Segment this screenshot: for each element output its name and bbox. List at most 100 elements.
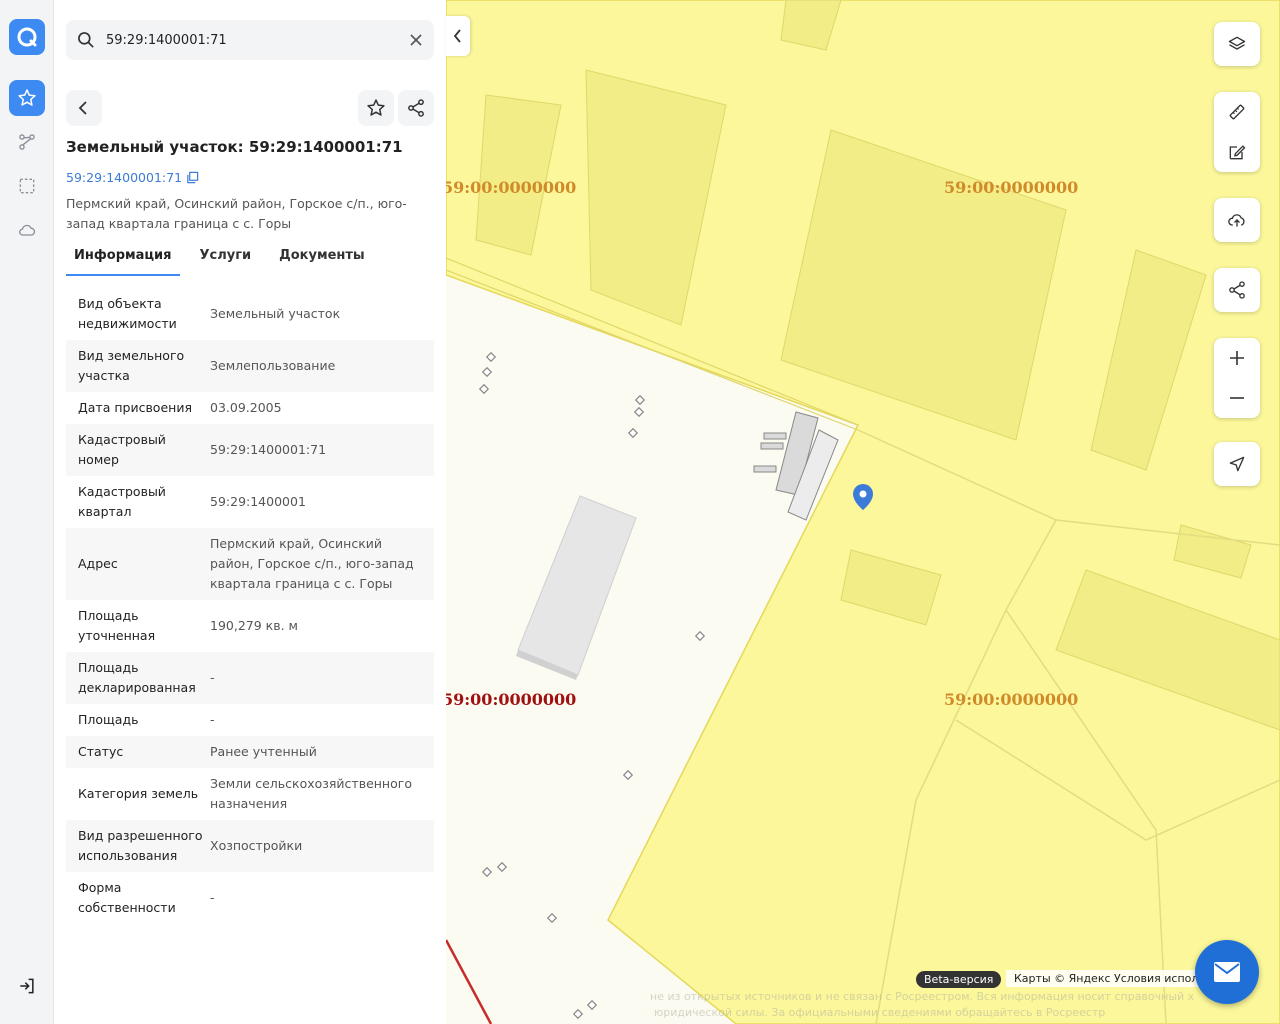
edit-button[interactable]: [1214, 134, 1260, 170]
geolocation-button[interactable]: [1214, 446, 1260, 482]
left-rail: [0, 0, 54, 1024]
table-row: Площадь уточненная 190,279 кв. м: [66, 600, 434, 652]
row-key: Площадь: [78, 712, 139, 727]
collapse-panel-button[interactable]: [446, 16, 470, 56]
row-key: Кадастровый номер: [78, 432, 166, 467]
table-row: Площадь декларированная -: [66, 652, 434, 704]
map-disclaimer: не из открытых источников и не связан с …: [650, 989, 1194, 1021]
table-row: Форма собственности -: [66, 872, 434, 924]
table-row: Вид земельного участка Землепользование: [66, 340, 434, 392]
favorites-icon[interactable]: [9, 80, 45, 116]
map-share-button[interactable]: [1214, 272, 1260, 308]
map-layer: [446, 0, 1280, 1024]
row-value: 59:29:1400001: [210, 494, 306, 509]
login-icon[interactable]: [9, 968, 45, 1004]
row-value: Пермский край, Осинский район, Горское с…: [210, 536, 414, 591]
row-value: 59:29:1400001:71: [210, 442, 327, 457]
minus-icon: [1230, 397, 1244, 399]
cadastral-zone-label: 59:00:0000000: [446, 690, 577, 709]
upload-button[interactable]: [1214, 202, 1260, 238]
geolocation-control: [1214, 442, 1260, 486]
object-address: Пермский край, Осинский район, Горское с…: [66, 196, 407, 231]
ruler-button[interactable]: [1214, 94, 1260, 130]
tab-documents[interactable]: Документы: [271, 244, 373, 276]
object-panel: Земельный участок: 59:29:1400001:71 59:2…: [54, 0, 446, 1024]
row-key: Вид разрешенного использования: [78, 828, 203, 863]
row-value: Землепользование: [210, 358, 336, 373]
chevron-left-icon: [78, 101, 87, 115]
row-value: Земельный участок: [210, 306, 341, 321]
share-icon: [1229, 281, 1245, 299]
disclaimer-line: не из открытых источников и не связан с …: [650, 990, 1195, 1003]
page-title: Земельный участок: 59:29:1400001:71: [66, 138, 403, 156]
share-button[interactable]: [398, 90, 434, 126]
plus-icon: [1230, 351, 1244, 365]
share-control: [1214, 268, 1260, 312]
row-value: 190,279 кв. м: [210, 618, 298, 633]
layers-icon: [1228, 36, 1246, 50]
row-key: Площадь декларированная: [78, 660, 196, 695]
disclaimer-line: юридической силы. За официальными сведен…: [654, 1006, 1106, 1019]
tab-services[interactable]: Услуги: [192, 244, 260, 276]
row-value: Ранее учтенный: [210, 744, 317, 759]
table-row: Адрес Пермский край, Осинский район, Горс…: [66, 528, 434, 600]
select-area-icon[interactable]: [9, 168, 45, 204]
table-row: Площадь -: [66, 704, 434, 736]
chevron-left-icon: [453, 29, 461, 43]
row-key: Вид земельного участка: [78, 348, 185, 383]
row-value: -: [210, 670, 215, 685]
table-row: Вид разрешенного использования Хозпострой…: [66, 820, 434, 872]
row-key: Площадь уточненная: [78, 608, 156, 643]
tab-information[interactable]: Информация: [66, 244, 180, 276]
search-input[interactable]: [106, 20, 396, 60]
mail-icon: [1214, 962, 1240, 982]
cadastral-number-text: 59:29:1400001:71: [66, 170, 183, 185]
map-attribution[interactable]: Карты © Яндекс Условия испол: [1006, 970, 1207, 987]
feedback-button[interactable]: [1195, 940, 1259, 1004]
row-key: Категория земель: [78, 786, 199, 801]
route-icon[interactable]: [9, 124, 45, 160]
table-row: Категория земель Земли сельскохозяйственн…: [66, 768, 434, 820]
close-icon[interactable]: [408, 32, 424, 52]
row-key: Адрес: [78, 556, 118, 571]
search-bar: [66, 20, 434, 60]
cloud-upload-icon: [1228, 214, 1245, 227]
tools-control: [1214, 92, 1260, 172]
cadastral-zone-label: 59:00:0000000: [944, 178, 1079, 197]
row-value: Хозпостройки: [210, 838, 303, 853]
row-value: 03.09.2005: [210, 400, 282, 415]
cadastral-zone-label: 59:00:0000000: [446, 178, 577, 197]
search-icon: [76, 30, 96, 54]
layers-button[interactable]: [1214, 26, 1260, 62]
map-canvas[interactable]: 59:00:0000000 59:00:0000000 59:00:000000…: [446, 0, 1280, 1024]
edit-icon: [1229, 145, 1246, 160]
tabs: Информация Услуги Документы: [66, 244, 434, 276]
table-row: Кадастровый квартал 59:29:1400001: [66, 476, 434, 528]
share-icon: [408, 99, 424, 117]
layers-control: [1214, 22, 1260, 66]
star-icon: [367, 99, 385, 116]
copy-icon[interactable]: [186, 171, 199, 184]
row-key: Кадастровый квартал: [78, 484, 166, 519]
favorite-button[interactable]: [358, 90, 394, 126]
zoom-out-button[interactable]: [1214, 380, 1260, 416]
zoom-control: [1214, 338, 1260, 418]
beta-badge: Beta-версия: [916, 971, 1002, 988]
cloud-icon[interactable]: [9, 212, 45, 248]
cadastral-number-link[interactable]: 59:29:1400001:71: [66, 170, 199, 185]
row-key: Дата присвоения: [78, 400, 192, 415]
row-value: -: [210, 890, 215, 905]
row-value: Земли сельскохозяйственного назначения: [210, 776, 412, 811]
row-key: Вид объекта недвижимости: [78, 296, 177, 331]
row-key: Форма собственности: [78, 880, 176, 915]
ruler-icon: [1229, 104, 1245, 120]
table-row: Дата присвоения 03.09.2005: [66, 392, 434, 424]
table-row: Статус Ранее учтенный: [66, 736, 434, 768]
table-row: Вид объекта недвижимости Земельный участо…: [66, 288, 434, 340]
app-logo-icon[interactable]: [9, 19, 45, 55]
cadastral-zone-label: 59:00:0000000: [944, 690, 1079, 709]
upload-control: [1214, 198, 1260, 242]
info-table: Вид объекта недвижимости Земельный участо…: [66, 288, 434, 924]
back-button[interactable]: [66, 90, 102, 126]
zoom-in-button[interactable]: [1214, 340, 1260, 376]
